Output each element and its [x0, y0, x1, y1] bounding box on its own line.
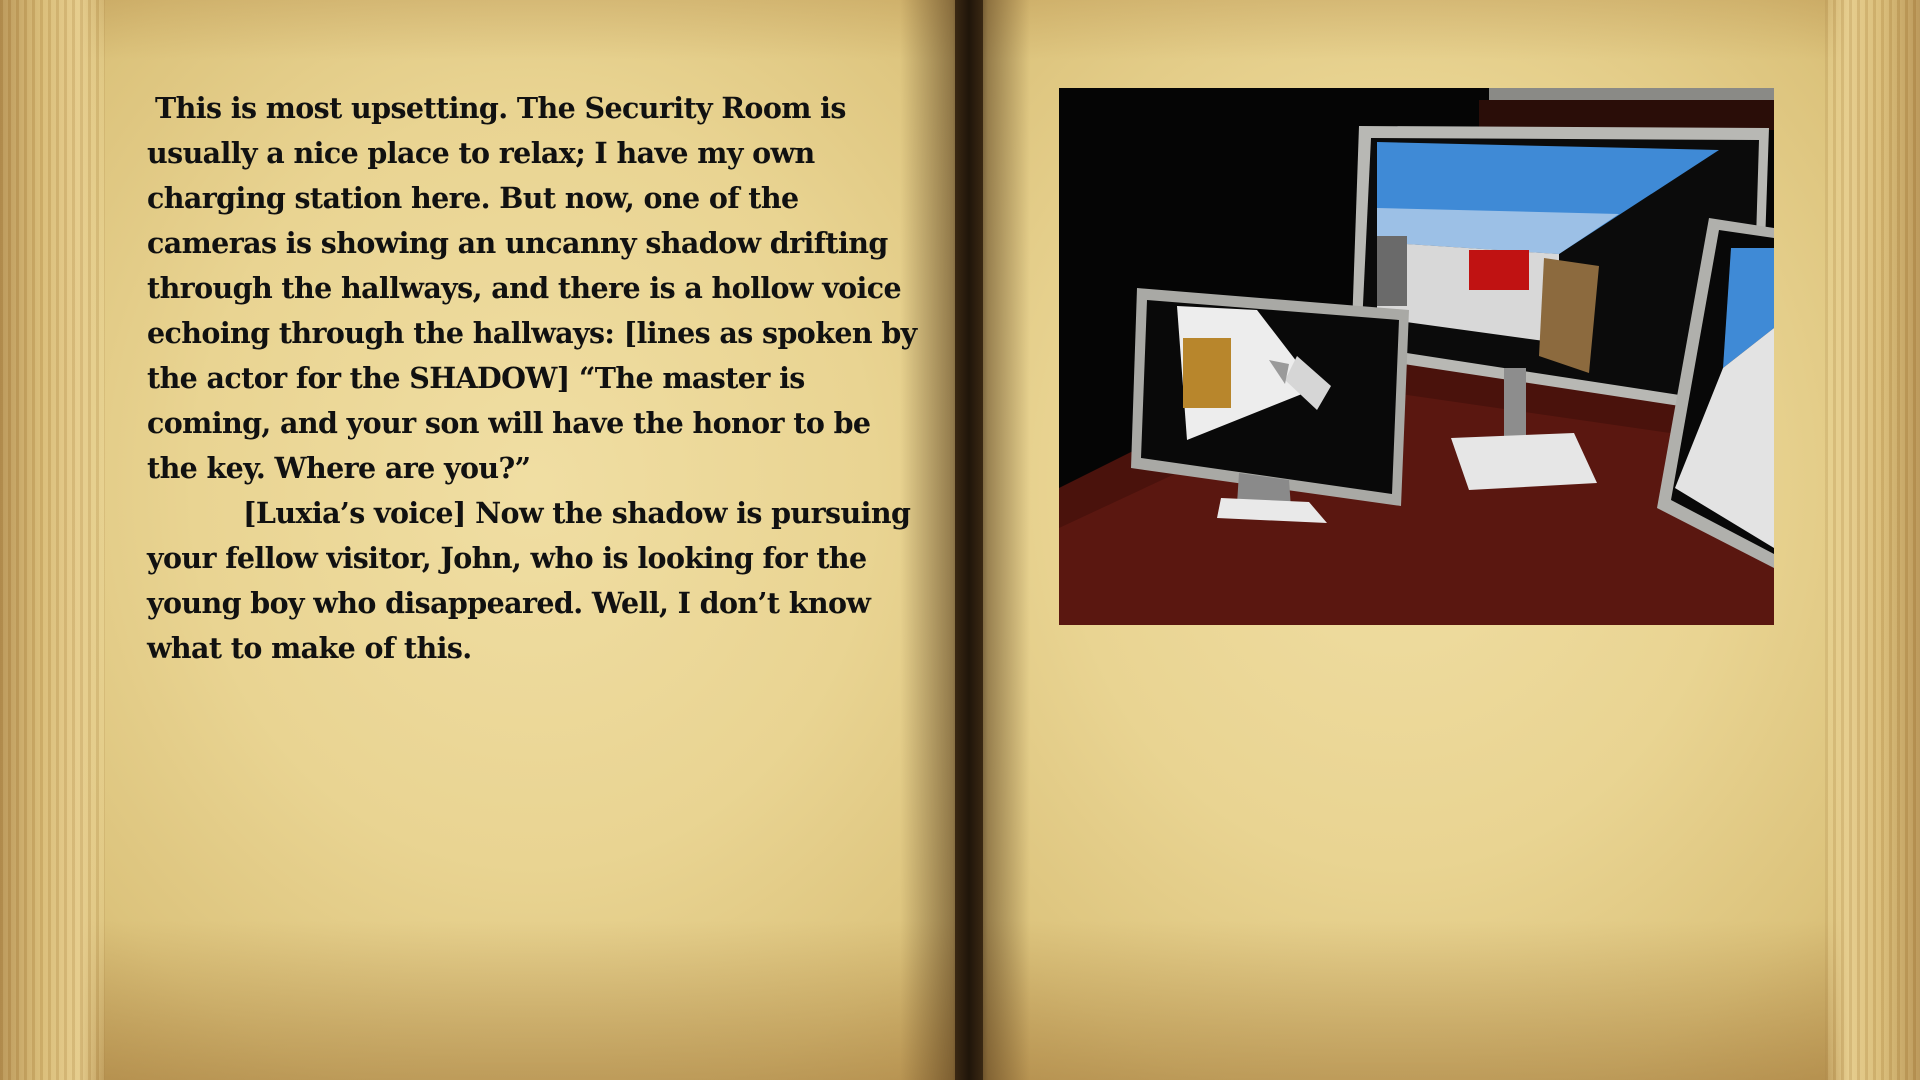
page-shading [0, 0, 970, 60]
left-page-edge [0, 0, 105, 1080]
page-shading [0, 920, 970, 1080]
right-page-edge [1825, 0, 1920, 1080]
storybook: This is most upsetting. The Security Roo… [0, 0, 1920, 1080]
book-spine [955, 0, 983, 1080]
left-page: This is most upsetting. The Security Roo… [0, 0, 970, 1080]
story-paragraph: This is most upsetting. The Security Roo… [147, 91, 917, 485]
page-shading [970, 920, 1920, 1080]
page-shading [970, 0, 1920, 60]
story-paragraph: [Luxia’s voice] Now the shadow is pursui… [147, 496, 911, 665]
security-monitors-illustration [1059, 88, 1774, 625]
security-room-image [1059, 88, 1774, 625]
story-text: This is most upsetting. The Security Roo… [147, 86, 917, 671]
